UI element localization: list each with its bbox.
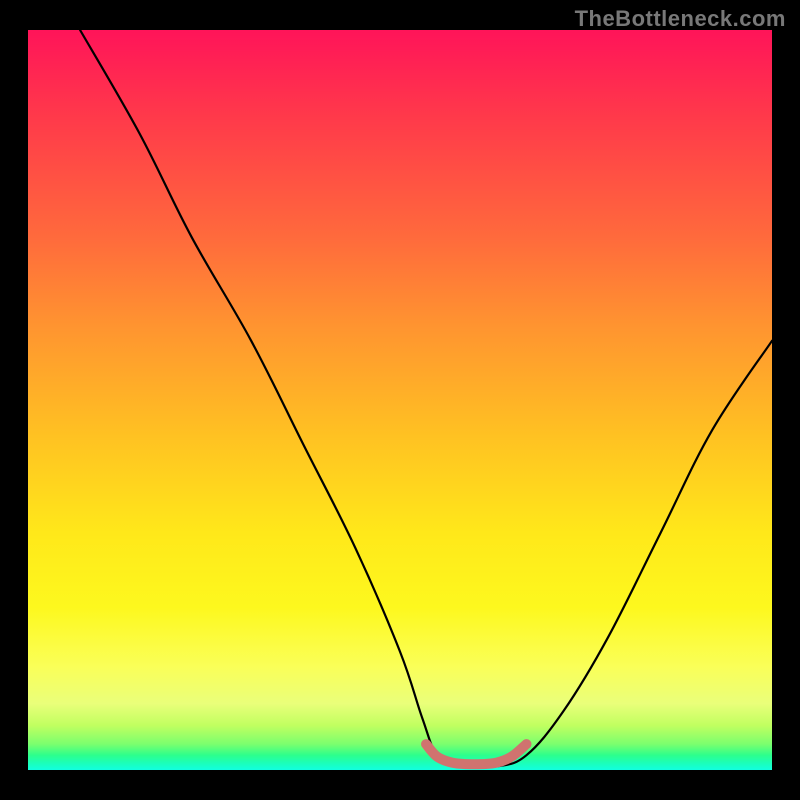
curve-red-bottom bbox=[426, 744, 526, 764]
chart-curves bbox=[28, 30, 772, 770]
watermark-text: TheBottleneck.com bbox=[575, 6, 786, 32]
curve-black bbox=[80, 30, 772, 768]
stage: TheBottleneck.com bbox=[0, 0, 800, 800]
